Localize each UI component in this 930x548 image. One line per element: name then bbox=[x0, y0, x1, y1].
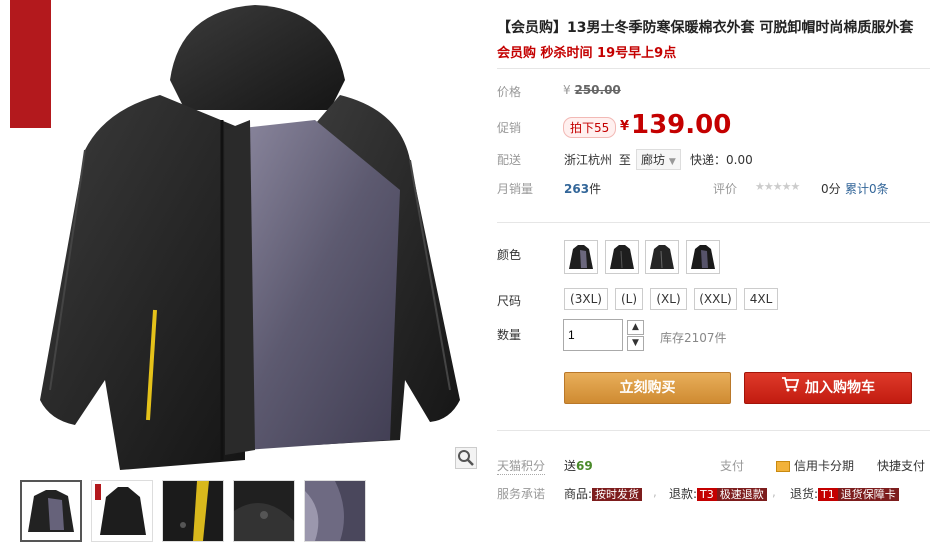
thumbnail-1[interactable] bbox=[20, 480, 82, 542]
chevron-down-icon: ▼ bbox=[668, 157, 676, 167]
size-option-3xl[interactable]: (3XL) bbox=[564, 288, 608, 310]
review-count-link[interactable]: 累计0条 bbox=[845, 180, 889, 197]
ship-to-city: 廊坊 bbox=[641, 153, 666, 167]
original-price: ¥ 250.00 bbox=[563, 83, 621, 97]
size-option-xl[interactable]: (XL) bbox=[650, 288, 687, 310]
service-separator: , bbox=[653, 485, 657, 499]
service-return-code: T1 bbox=[818, 488, 838, 501]
service-return: 退货: T1 退货保障卡 bbox=[790, 485, 899, 502]
add-to-cart-label: 加入购物车 bbox=[805, 380, 875, 396]
points-label[interactable]: 天猫积分 bbox=[497, 457, 546, 475]
ship-from: 浙江杭州 至 bbox=[564, 151, 631, 168]
points-value: 送69 bbox=[564, 457, 593, 474]
quantity-label: 数量 bbox=[497, 328, 522, 342]
color-swatch-1[interactable] bbox=[564, 240, 598, 274]
service-refund-tag[interactable]: 极速退款 bbox=[716, 488, 767, 501]
stock-count: 库存2107件 bbox=[660, 331, 727, 345]
credit-card-icon bbox=[776, 461, 790, 472]
service-refund-label: 退款: bbox=[669, 487, 698, 501]
ship-from-city: 浙江杭州 bbox=[564, 153, 613, 167]
add-to-cart-button[interactable]: 加入购物车 bbox=[744, 372, 912, 404]
thumbnail-2[interactable] bbox=[91, 480, 153, 542]
color-swatch-4[interactable] bbox=[686, 240, 720, 274]
rating-score: 0分 bbox=[821, 182, 841, 196]
product-title: 【会员购】13男士冬季防寒保暖棉衣外套 可脱卸帽时尚棉质服外套 bbox=[497, 20, 914, 36]
promo-tag: 拍下55 bbox=[563, 117, 617, 138]
points-prefix: 送 bbox=[564, 459, 577, 473]
service-return-label: 退货: bbox=[790, 487, 819, 501]
size-label: 尺码 bbox=[497, 294, 522, 308]
quantity-increase-button[interactable]: ▲ bbox=[627, 320, 644, 335]
monthly-sales-label: 月销量 bbox=[497, 182, 534, 196]
divider bbox=[497, 68, 930, 69]
service-label: 服务承诺 bbox=[497, 487, 546, 501]
size-option-4xl[interactable]: 4XL bbox=[744, 288, 778, 310]
credit-installment[interactable]: 信用卡分期 bbox=[776, 457, 854, 474]
price-label: 价格 bbox=[497, 85, 522, 99]
divider bbox=[497, 430, 930, 431]
buy-now-button[interactable]: 立刻购买 bbox=[564, 372, 731, 404]
ship-to-word: 至 bbox=[618, 153, 631, 167]
ship-to-select[interactable]: 廊坊 ▼ bbox=[636, 149, 681, 170]
service-goods: 商品: 按时发货 bbox=[564, 485, 643, 502]
color-swatch-2[interactable] bbox=[605, 240, 639, 274]
credit-installment-label: 信用卡分期 bbox=[794, 459, 855, 473]
service-return-tag[interactable]: 退货保障卡 bbox=[837, 488, 899, 501]
thumbnail-3[interactable] bbox=[162, 480, 224, 542]
thumbnail-4[interactable] bbox=[233, 480, 295, 542]
product-subtitle: 会员购 秒杀时间 19号早上9点 bbox=[497, 46, 677, 61]
service-goods-tag[interactable]: 按时发货 bbox=[592, 488, 643, 501]
rating-label: 评价 bbox=[713, 182, 738, 196]
color-swatch-3[interactable] bbox=[645, 240, 679, 274]
quick-pay[interactable]: 快捷支付 bbox=[877, 457, 925, 474]
quantity-decrease-button[interactable]: ▼ bbox=[627, 336, 644, 351]
monthly-sales-unit: 件 bbox=[589, 182, 602, 196]
promo-label: 促销 bbox=[497, 121, 522, 135]
quantity-input[interactable] bbox=[563, 319, 623, 351]
divider bbox=[497, 222, 930, 223]
rating-stars-icon: ★★★★★ bbox=[755, 180, 800, 193]
main-product-image[interactable] bbox=[10, 0, 480, 470]
shop-logo-seal bbox=[10, 0, 51, 128]
monthly-sales-count: 263 bbox=[564, 182, 590, 196]
payment-label: 支付 bbox=[720, 459, 745, 473]
size-option-xxl[interactable]: (XXL) bbox=[694, 288, 737, 310]
service-goods-label: 商品: bbox=[564, 487, 593, 501]
thumbnail-5[interactable] bbox=[304, 480, 366, 542]
currency-symbol: ¥ bbox=[563, 83, 571, 97]
monthly-sales: 263件 bbox=[564, 180, 601, 197]
points-number: 69 bbox=[576, 459, 593, 473]
zoom-icon[interactable] bbox=[455, 447, 477, 469]
service-refund-code: T3 bbox=[697, 488, 717, 501]
promo-price: 139.00 bbox=[631, 110, 732, 140]
service-refund: 退款: T3 极速退款 bbox=[669, 485, 767, 502]
cart-icon bbox=[781, 373, 800, 403]
promo-currency-symbol: ¥ bbox=[620, 119, 630, 134]
shipping-fee: 快递：0.00 bbox=[690, 153, 753, 167]
shipping-label: 配送 bbox=[497, 153, 522, 167]
color-label: 颜色 bbox=[497, 248, 522, 262]
service-separator: , bbox=[772, 485, 776, 499]
original-price-value: 250.00 bbox=[574, 83, 621, 97]
size-option-l[interactable]: (L) bbox=[615, 288, 643, 310]
